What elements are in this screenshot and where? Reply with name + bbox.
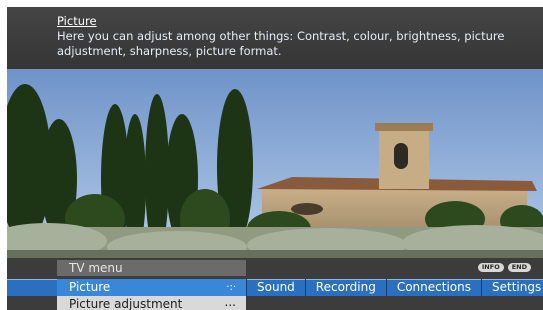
tv-menu: TV menu INFO END Picture ·:· Sound Recor… [7, 258, 543, 310]
info-title: Picture [57, 14, 97, 28]
key-hints: INFO END [477, 263, 531, 272]
tv-screen: Picture Here you can adjust among other … [7, 7, 543, 310]
info-description: Here you can adjust among other things: … [57, 29, 505, 58]
tab-picture[interactable]: Picture ·:· [57, 279, 246, 296]
more-options-icon: ... [224, 295, 236, 309]
tab-connections[interactable]: Connections [385, 279, 481, 296]
tab-recording[interactable]: Recording [304, 279, 386, 296]
info-key-hint[interactable]: INFO [477, 263, 504, 272]
tab-picture-label: Picture [69, 280, 111, 294]
background-picture [7, 69, 543, 258]
menu-title: TV menu [57, 260, 246, 276]
menu-tabs: Sound Recording Connections Settings [246, 279, 543, 296]
info-panel: Picture Here you can adjust among other … [7, 7, 543, 69]
tab-sound[interactable]: Sound [246, 279, 305, 296]
end-key-hint[interactable]: END [507, 263, 531, 272]
tab-settings[interactable]: Settings [480, 279, 543, 296]
menu-item-picture-adjustment[interactable]: Picture adjustment ... [57, 295, 246, 310]
menu-item-label: Picture adjustment [69, 297, 183, 310]
landscape-image [7, 69, 543, 258]
